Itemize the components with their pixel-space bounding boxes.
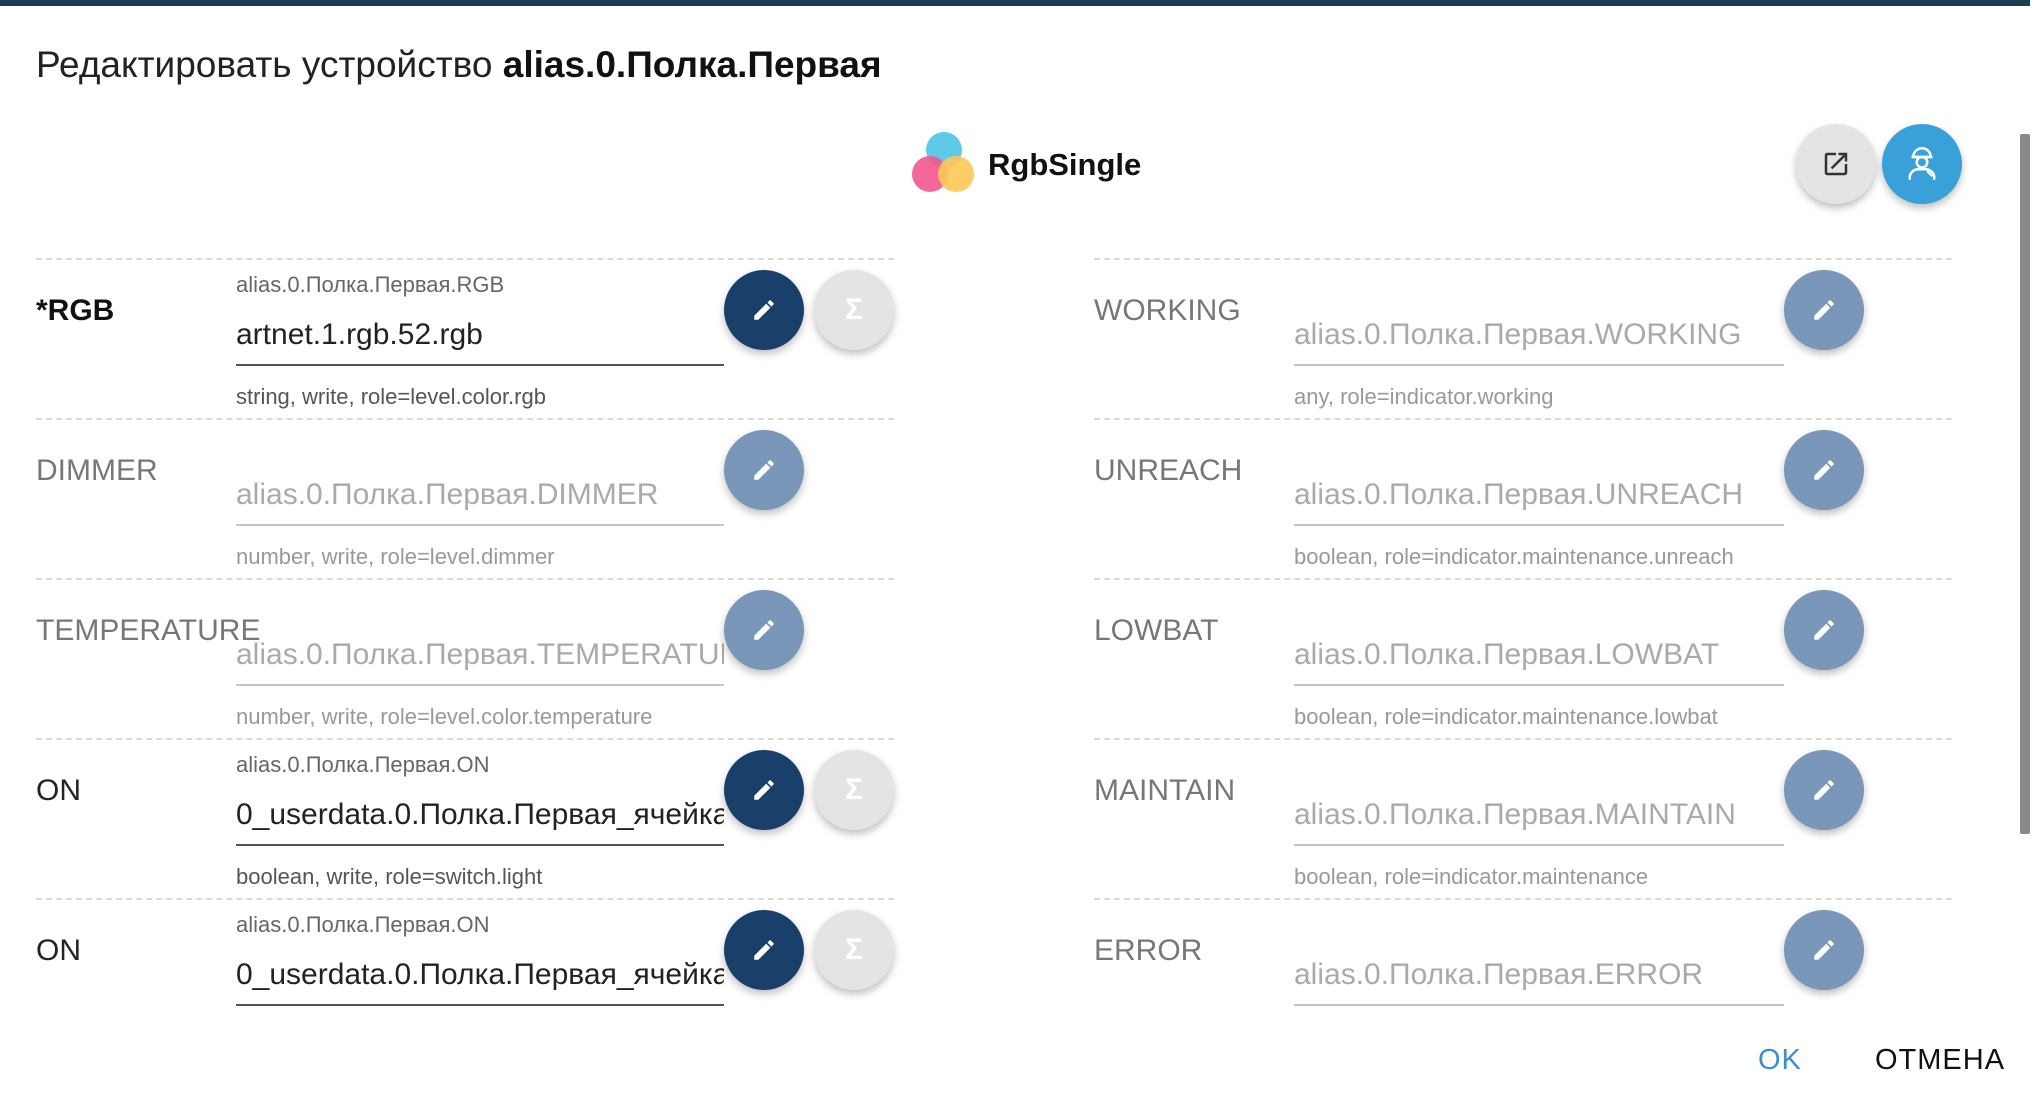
state-id-input[interactable]: alias.0.Полка.Первая.LOWBAT: [1294, 632, 1784, 682]
state-type-hint: number, write, role=level.dimmer: [236, 544, 555, 569]
open-in-new-icon: [1824, 152, 1848, 176]
state-id-input[interactable]: alias.0.Полка.Первая.UNREACH: [1294, 472, 1784, 522]
edit-state-button[interactable]: [1784, 590, 1864, 670]
state-row: WORKING alias.0.Полка.Первая.WORKING any, …: [1094, 258, 1952, 420]
state-name: UNREACH: [1094, 454, 1243, 487]
edit-state-button[interactable]: [1784, 750, 1864, 830]
pencil-icon: [1814, 620, 1834, 640]
input-underline: [1294, 524, 1784, 526]
state-id-input[interactable]: artnet.1.rgb.52.rgb: [236, 312, 724, 362]
device-type-name: RgbSingle: [988, 147, 1142, 182]
pencil-icon: [754, 300, 774, 320]
input-underline: [236, 364, 724, 366]
pencil-icon: [1814, 940, 1834, 960]
state-name: WORKING: [1094, 294, 1241, 327]
input-underline: [1294, 1004, 1784, 1006]
state-name: TEMPERATURE: [36, 614, 261, 647]
rgb-logo-icon: [910, 130, 980, 200]
state-name: *RGB: [36, 294, 115, 327]
cancel-button[interactable]: ОТМЕНА: [1875, 1044, 2005, 1077]
state-type-hint: number, write, role=level.color.temperat…: [236, 704, 653, 729]
state-type-hint: string, write, role=level.color.rgb: [236, 384, 546, 409]
state-row: LOWBAT alias.0.Полка.Первая.LOWBAT boolean…: [1094, 578, 1952, 740]
edit-state-button[interactable]: [724, 590, 804, 670]
calculate-button[interactable]: Σ: [814, 910, 894, 990]
state-row: DIMMER alias.0.Полка.Первая.DIMMER number,…: [36, 418, 894, 580]
open-in-new-button[interactable]: [1796, 124, 1876, 204]
scrollbar-thumb[interactable]: [2020, 134, 2030, 834]
state-row: ERROR alias.0.Полка.Первая.ERROR: [1094, 898, 1952, 1060]
dialog-title-prefix: Редактировать устройство: [36, 44, 493, 85]
input-underline: [236, 1004, 724, 1006]
state-name: DIMMER: [36, 454, 158, 487]
state-name: MAINTAIN: [1094, 774, 1236, 807]
pencil-icon: [1814, 780, 1834, 800]
pencil-icon: [1814, 300, 1834, 320]
dialog-title: Редактировать устройство alias.0.Полка.П…: [36, 44, 882, 86]
state-id-label: alias.0.Полка.Первая.ON: [236, 912, 490, 937]
state-type-hint: any, role=indicator.working: [1294, 384, 1554, 409]
state-id-label: alias.0.Полка.Первая.ON: [236, 752, 490, 777]
state-type-hint: boolean, role=indicator.maintenance.unre…: [1294, 544, 1734, 569]
edit-state-button[interactable]: [724, 750, 804, 830]
state-type-hint: boolean, write, role=switch.light: [236, 864, 543, 889]
state-id-input[interactable]: 0_userdata.0.Полка.Первая_ячейка: [236, 792, 724, 842]
state-type-hint: boolean, role=indicator.maintenance.lowb…: [1294, 704, 1718, 729]
pencil-icon: [754, 460, 774, 480]
sigma-icon: Σ: [844, 293, 863, 326]
state-id-input[interactable]: alias.0.Полка.Первая.WORKING: [1294, 312, 1784, 362]
state-id-input[interactable]: alias.0.Полка.Первая.DIMMER: [236, 472, 724, 522]
calculate-button[interactable]: Σ: [814, 270, 894, 350]
edit-state-button[interactable]: [1784, 430, 1864, 510]
state-row: ON alias.0.Полка.Первая.ON 0_userdata.0.По…: [36, 738, 894, 900]
state-name: ON: [36, 934, 81, 967]
state-row: TEMPERATURE alias.0.Полка.Первая.TEMPERAT…: [36, 578, 894, 740]
edit-state-button[interactable]: [724, 430, 804, 510]
state-row: UNREACH alias.0.Полка.Первая.UNREACH boole…: [1094, 418, 1952, 580]
pencil-icon: [754, 940, 774, 960]
edit-state-button[interactable]: [724, 270, 804, 350]
input-underline: [236, 524, 724, 526]
state-type-hint: boolean, role=indicator.maintenance: [1294, 864, 1649, 889]
pencil-icon: [754, 780, 774, 800]
device-settings-button[interactable]: [1882, 124, 1962, 204]
state-name: LOWBAT: [1094, 614, 1219, 647]
calculate-button[interactable]: Σ: [814, 750, 894, 830]
pencil-icon: [1814, 460, 1834, 480]
input-underline: [236, 844, 724, 846]
edit-state-button[interactable]: [1784, 270, 1864, 350]
sigma-icon: Σ: [844, 773, 863, 806]
state-row: MAINTAIN alias.0.Полка.Первая.MAINTAIN boo…: [1094, 738, 1952, 900]
state-name: ON: [36, 774, 81, 807]
input-underline: [1294, 364, 1784, 366]
window-top-bar: [0, 0, 2030, 6]
edit-state-button[interactable]: [724, 910, 804, 990]
device-type-header: RgbSingle: [910, 130, 1141, 200]
state-id-input[interactable]: 0_userdata.0.Полка.Первая_ячейка: [236, 952, 724, 1002]
state-row: *RGB alias.0.Полка.Первая.RGB artnet.1.rgb…: [36, 258, 894, 420]
input-underline: [1294, 684, 1784, 686]
input-underline: [236, 684, 724, 686]
state-row: ON alias.0.Полка.Первая.ON 0_userdata.0.По…: [36, 898, 894, 1060]
sigma-icon: Σ: [844, 933, 863, 966]
engineer-icon: [1908, 147, 1936, 180]
state-id-input[interactable]: alias.0.Полка.Первая.ERROR: [1294, 952, 1784, 1002]
state-name: ERROR: [1094, 934, 1203, 967]
dialog-title-id: alias.0.Полка.Первая: [502, 44, 882, 85]
ok-button[interactable]: OK: [1758, 1044, 1802, 1077]
state-id-input[interactable]: alias.0.Полка.Первая.MAINTAIN: [1294, 792, 1784, 842]
state-id-label: alias.0.Полка.Первая.RGB: [236, 272, 505, 297]
input-underline: [1294, 844, 1784, 846]
edit-state-button[interactable]: [1784, 910, 1864, 990]
state-id-input[interactable]: alias.0.Полка.Первая.TEMPERATURE: [236, 632, 724, 682]
pencil-icon: [754, 620, 774, 640]
